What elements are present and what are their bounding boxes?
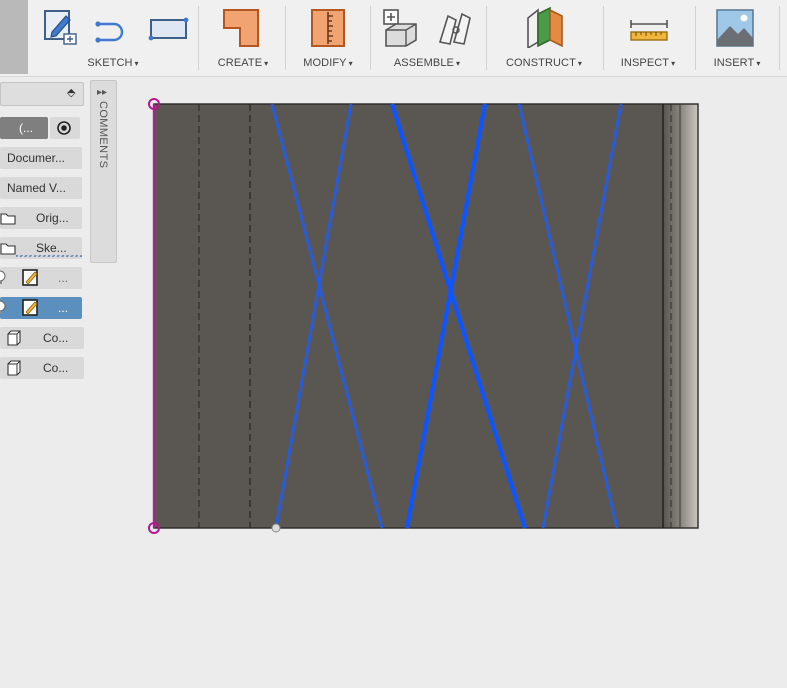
browser-header[interactable]: ⬘ [0,82,84,106]
row-label: Named V... [7,181,66,195]
insert-menu[interactable]: INSERT ▾ [704,57,770,71]
browser-row-component-2[interactable]: Co... [0,357,84,379]
row-label: Co... [43,331,69,345]
new-component-icon[interactable] [380,6,422,48]
body-face[interactable] [154,104,698,528]
browser-row-document-settings[interactable]: Documer... [0,147,82,169]
component-icon [6,330,22,346]
construct-menu[interactable]: CONSTRUCT ▾ [496,57,592,71]
assemble-menu[interactable]: ASSEMBLE ▾ [382,57,472,71]
row-label: ... [58,271,69,285]
toolbar-divider [603,6,604,70]
arc-icon[interactable] [92,6,134,48]
chevron-down-icon: ▾ [577,59,583,68]
sketch-icon [22,299,40,317]
row-label: Orig... [36,211,69,225]
toolbar-divider [695,6,696,70]
row-label: Documer... [7,151,66,165]
target-icon [56,120,72,136]
toolbar: SKETCH ▾ CREATE ▾ MODIFY ▾ ASSEMBLE ▾ CO… [0,0,787,77]
modify-menu[interactable]: MODIFY ▾ [294,57,362,71]
row-label: ... [58,301,69,315]
construct-menu-label: CONSTRUCT [505,57,576,69]
measure-icon[interactable] [628,6,670,48]
sketch-icon [22,269,40,287]
toolbar-divider [779,6,780,70]
sketch-menu-label: SKETCH [87,57,133,69]
root-label: (... [19,121,33,135]
chevron-down-icon: ▾ [264,59,269,68]
component-icon [6,360,22,376]
canvas-image-icon[interactable] [714,6,756,48]
rectangle-icon[interactable] [148,6,190,48]
browser-row-sketch-1[interactable]: ... [0,267,82,289]
chevron-down-icon: ▾ [671,59,676,68]
browser-row-named-views[interactable]: Named V... [0,177,82,199]
inspect-menu-label: INSPECT [620,57,670,69]
browser-row-sketches[interactable]: Ske... [0,237,82,259]
chevron-down-icon: ▾ [455,59,461,68]
joint-icon[interactable] [434,6,476,48]
hatch-underline [16,255,82,257]
folder-icon [0,210,16,226]
row-label: Ske... [36,241,67,255]
create-menu-label: CREATE [217,57,263,69]
modify-menu-label: MODIFY [303,57,347,69]
lightbulb-icon[interactable] [0,300,6,316]
assemble-menu-label: ASSEMBLE [393,57,454,69]
browser-row-root[interactable]: (... [0,117,48,139]
create-sketch-icon[interactable] [42,6,80,48]
toolbar-divider [486,6,487,70]
browser-row-origin[interactable]: Orig... [0,207,82,229]
toolbar-left-stub [0,0,28,74]
comments-tab[interactable]: ▸▸ COMMENTS [90,80,117,263]
activate-button[interactable] [50,117,80,139]
toolbar-divider [285,6,286,70]
press-pull-icon[interactable] [306,6,350,48]
browser-row-component-1[interactable]: Co... [0,327,84,349]
row-label: Co... [43,361,69,375]
inspect-menu[interactable]: INSPECT ▾ [612,57,684,71]
toolbar-divider [198,6,199,70]
toolbar-divider [370,6,371,70]
chevron-down-icon: ▾ [134,59,139,68]
chevron-down-icon: ▾ [348,59,353,68]
comments-label: COMMENTS [97,101,109,169]
folder-icon [0,240,16,256]
create-menu[interactable]: CREATE ▾ [208,57,278,71]
browser-row-sketch-2[interactable]: ... [0,297,82,319]
lightbulb-icon[interactable] [0,270,6,286]
offset-plane-icon[interactable] [522,6,566,50]
chevron-down-icon: ▾ [756,59,761,68]
expand-icon[interactable]: ▸▸ [97,87,107,98]
insert-menu-label: INSERT [713,57,755,69]
extrude-icon[interactable] [218,6,264,48]
sketch-menu[interactable]: SKETCH ▾ [70,57,156,71]
collapse-icon[interactable]: ⬘ [67,86,75,99]
sketch-point[interactable] [271,523,281,533]
viewport [148,98,699,534]
